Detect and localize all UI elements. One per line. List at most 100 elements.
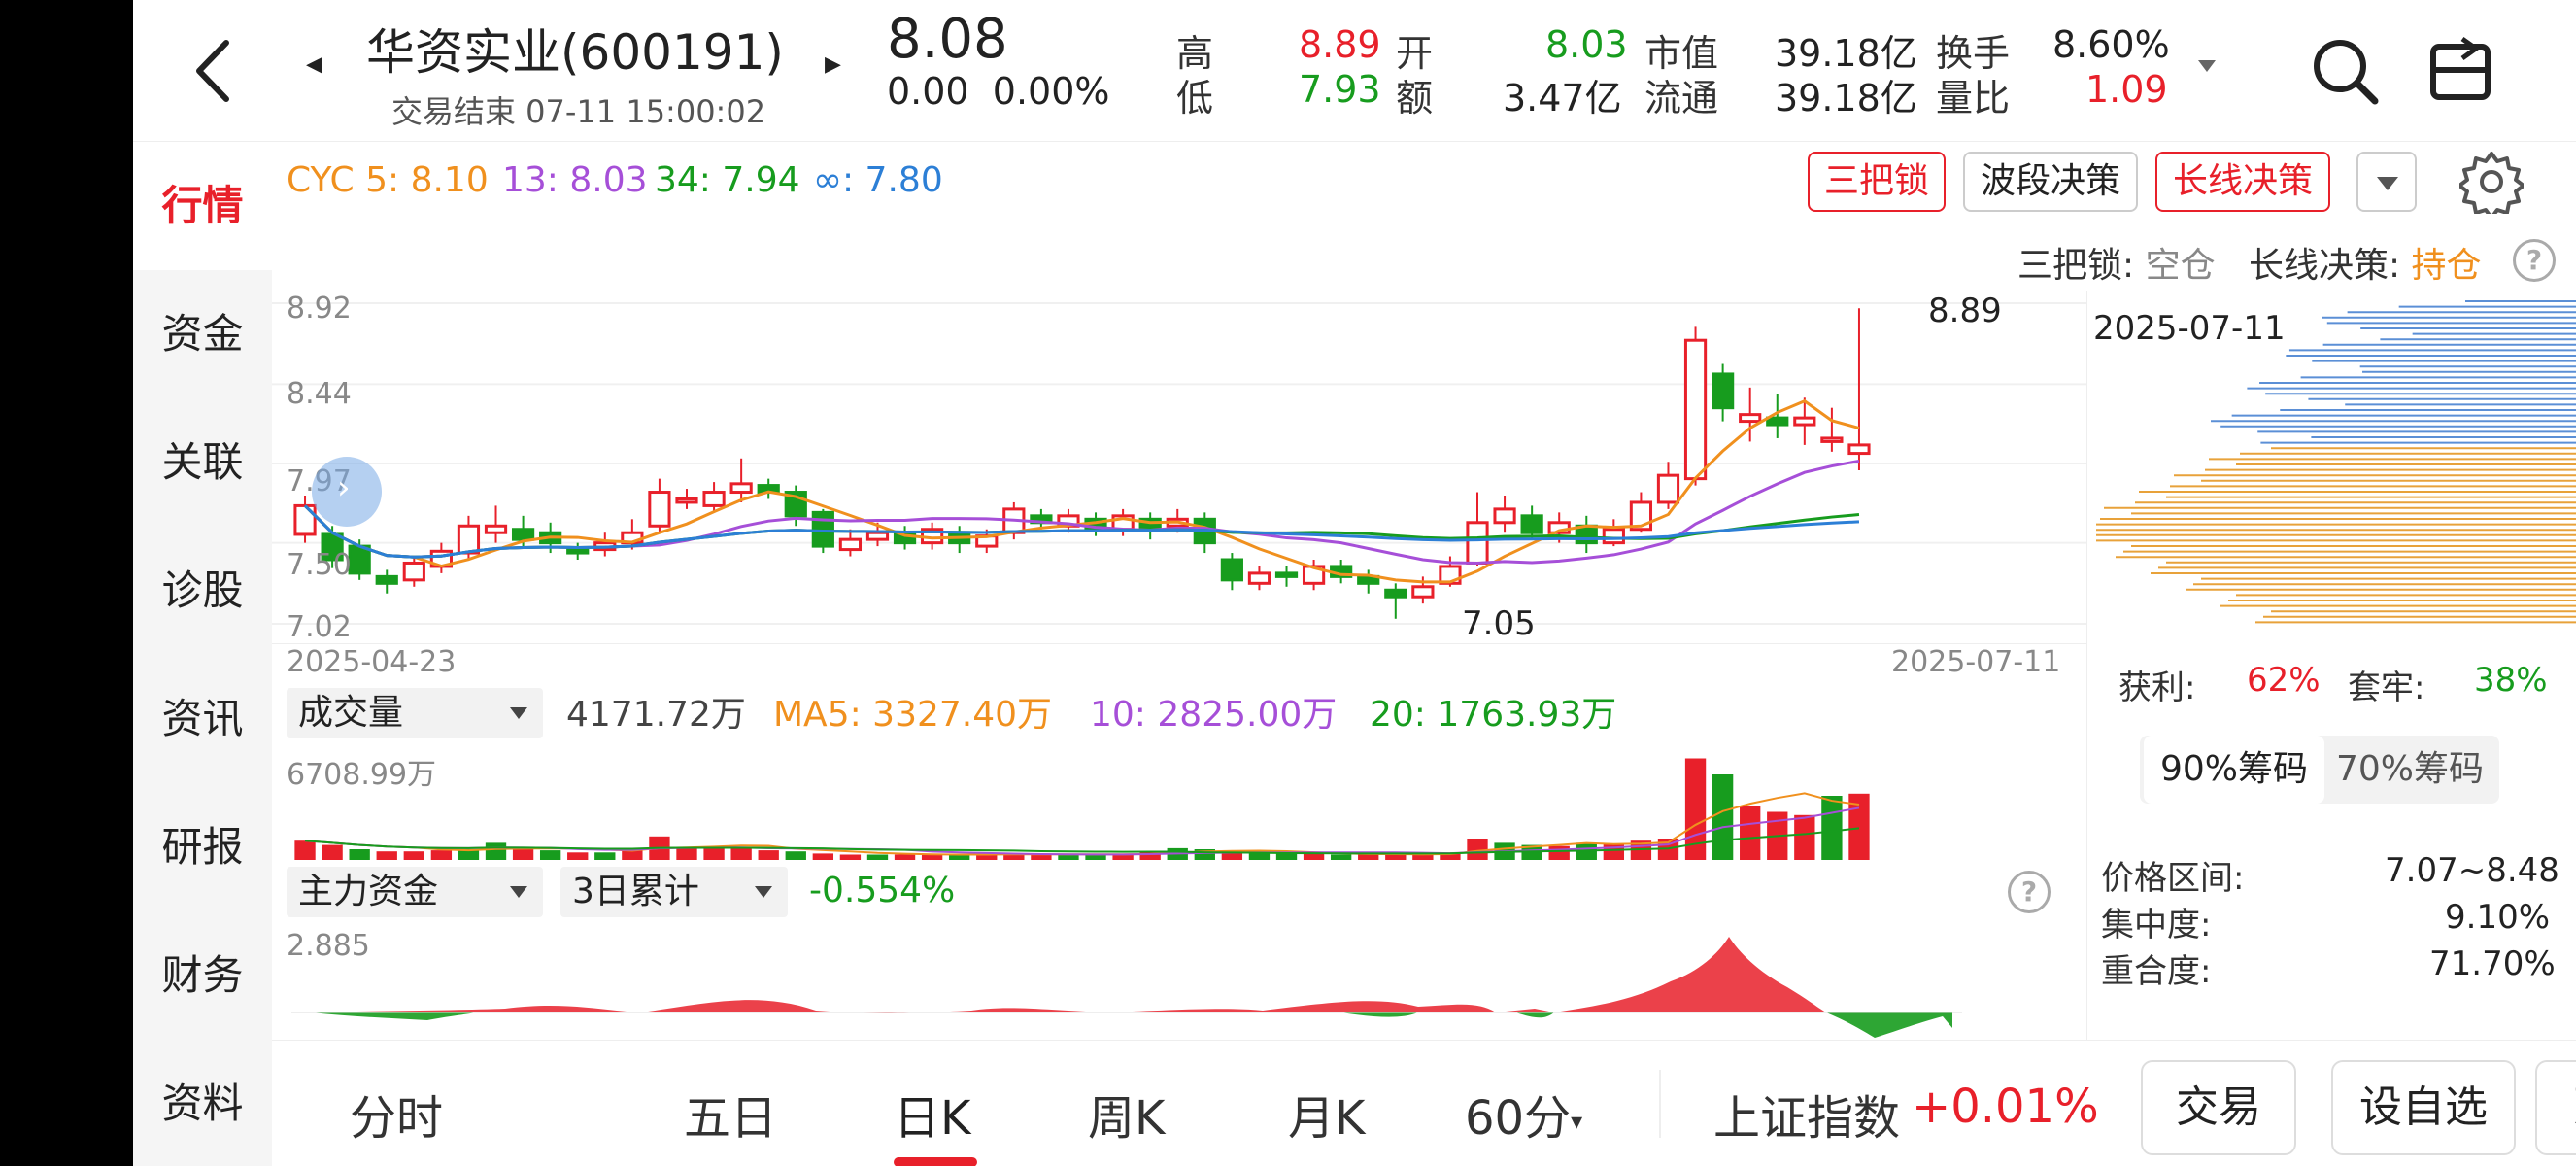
candle-body bbox=[702, 491, 726, 507]
volume-bar bbox=[1330, 854, 1352, 860]
volume-selector[interactable]: 成交量 bbox=[287, 688, 543, 738]
volume-bar bbox=[1248, 853, 1271, 860]
volume-bar bbox=[1467, 839, 1488, 860]
volume-bar bbox=[839, 854, 862, 860]
candle-body bbox=[1656, 473, 1680, 504]
add-watchlist-button[interactable]: 设自选 bbox=[2331, 1060, 2516, 1155]
volume-bar bbox=[349, 849, 370, 860]
back-arrow-icon[interactable] bbox=[189, 37, 238, 105]
capital-help-icon[interactable]: ? bbox=[2008, 871, 2051, 913]
tab-60min-label: 60分 bbox=[1465, 1091, 1572, 1146]
nav-item-finance[interactable]: 财务 bbox=[133, 911, 272, 1040]
range-label: 价格区间: bbox=[2101, 859, 2245, 898]
volume-value: 4171.72万 bbox=[566, 695, 746, 735]
volume-bar bbox=[1385, 854, 1407, 860]
moving-average-line bbox=[303, 504, 1860, 559]
long-decision-button[interactable]: 长线决策 bbox=[2155, 152, 2330, 212]
settings-gear-icon[interactable] bbox=[2459, 150, 2524, 214]
volume-bar bbox=[785, 851, 806, 860]
candle-body bbox=[648, 491, 671, 528]
more-indicators-dropdown[interactable] bbox=[2356, 152, 2417, 212]
price-change: 0.00 0.00% bbox=[887, 70, 1110, 113]
stock-name: 华资实业(600191) bbox=[366, 24, 784, 81]
nav-item-research[interactable]: 研报 bbox=[133, 783, 272, 911]
volume-ma20: 20: 1763.93万 bbox=[1370, 695, 1617, 735]
candle-body bbox=[1847, 443, 1871, 456]
volume-bar bbox=[430, 850, 453, 860]
tab-60min[interactable]: 60分▾ bbox=[1465, 1080, 1582, 1148]
three-locks-button[interactable]: 三把锁 bbox=[1808, 152, 1946, 212]
search-icon[interactable] bbox=[2309, 35, 2381, 107]
volume-selector-label: 成交量 bbox=[298, 693, 404, 733]
candle-body bbox=[402, 561, 425, 582]
nav-item-news[interactable]: 资讯 bbox=[133, 655, 272, 783]
float-value: 39.18亿 bbox=[1775, 77, 1917, 120]
tab-intraday[interactable]: 分时 bbox=[350, 1080, 443, 1148]
tab-chip-70[interactable]: 70%筹码 bbox=[2324, 736, 2495, 804]
help-icon[interactable]: ? bbox=[2513, 239, 2556, 282]
candle-body bbox=[1602, 528, 1625, 545]
period-selector[interactable]: 3日累计 bbox=[560, 867, 788, 917]
capital-selector[interactable]: 主力资金 bbox=[287, 867, 543, 917]
concentration-value: 9.10% bbox=[2445, 898, 2551, 937]
vol-ratio-label: 量比 bbox=[1936, 77, 2011, 120]
volume-ma10: 10: 2825.00万 bbox=[1090, 695, 1338, 735]
volume-chart[interactable] bbox=[272, 743, 2086, 860]
candle-body bbox=[457, 524, 481, 555]
volume-bar bbox=[1412, 854, 1434, 860]
more-button[interactable]: 更多 bbox=[2535, 1060, 2576, 1155]
y-tick: 8.92 bbox=[287, 292, 352, 326]
amount-label: 额 bbox=[1396, 77, 1434, 120]
tab-five-day[interactable]: 五日 bbox=[684, 1080, 777, 1148]
ma5-readout: CYC 5: 8.10 bbox=[287, 160, 489, 200]
nav-item-capital[interactable]: 资金 bbox=[133, 270, 272, 398]
volume-bar bbox=[1548, 845, 1570, 860]
nav-item-diagnosis[interactable]: 诊股 bbox=[133, 527, 272, 655]
tab-weekly-k[interactable]: 周K bbox=[1088, 1080, 1165, 1148]
expand-chart-handle[interactable]: › bbox=[312, 457, 382, 527]
ma34-readout: 34: 7.94 bbox=[655, 160, 800, 200]
volume-bar bbox=[1740, 806, 1761, 860]
wave-decision-button[interactable]: 波段决策 bbox=[1963, 152, 2138, 212]
volume-bar bbox=[1303, 853, 1325, 860]
active-tab-indicator bbox=[894, 1157, 977, 1166]
volume-bar bbox=[1031, 854, 1052, 860]
tab-monthly-k[interactable]: 月K bbox=[1288, 1080, 1365, 1148]
candle-body bbox=[1712, 372, 1735, 410]
nav-item-quote[interactable]: 行情 bbox=[133, 142, 272, 270]
candle-body bbox=[1520, 514, 1543, 534]
volume-bar bbox=[894, 854, 916, 860]
volume-bar bbox=[1275, 853, 1298, 860]
candle-body bbox=[1739, 413, 1762, 424]
index-name[interactable]: 上证指数 bbox=[1713, 1080, 1900, 1148]
trade-button[interactable]: 交易 bbox=[2141, 1060, 2296, 1155]
tab-daily-k[interactable]: 日K bbox=[894, 1080, 970, 1148]
tab-chip-90[interactable]: 90%筹码 bbox=[2144, 736, 2324, 804]
volume-bar bbox=[539, 850, 561, 860]
concentration-label: 集中度: bbox=[2101, 906, 2212, 944]
long-status-value: 持仓 bbox=[2411, 246, 2482, 286]
lock-status-label: 三把锁: bbox=[2017, 246, 2135, 286]
max-price-label: 8.89 bbox=[1928, 292, 2002, 330]
volume-bar bbox=[812, 853, 834, 860]
candle-body bbox=[348, 544, 371, 575]
stock-header: ◀ 华资实业(600191) ▶ 交易结束 07-11 15:00:02 8.0… bbox=[133, 0, 2576, 142]
high-value: 8.89 bbox=[1299, 23, 1381, 66]
nav-item-profile[interactable]: 资料 bbox=[133, 1040, 272, 1166]
volume-bar bbox=[594, 852, 616, 860]
nav-item-related[interactable]: 关联 bbox=[133, 398, 272, 527]
share-icon[interactable] bbox=[2427, 35, 2495, 103]
start-date: 2025-04-23 bbox=[287, 645, 457, 679]
change-pct: 0.00% bbox=[992, 70, 1110, 113]
expand-quote-icon[interactable] bbox=[2198, 60, 2216, 72]
kline-chart[interactable] bbox=[272, 293, 2086, 643]
low-label: 低 bbox=[1176, 77, 1214, 120]
prev-stock-icon[interactable]: ◀ bbox=[306, 52, 322, 77]
bottom-bar: 分时 五日 日K 周K 月K 60分▾ 上证指数 +0.01% 交易 设自选 更… bbox=[272, 1040, 2576, 1166]
candle-body bbox=[865, 531, 890, 541]
side-nav: 行情 资金 关联 诊股 资讯 研报 财务 资料 bbox=[133, 142, 272, 1166]
volume-bar bbox=[1358, 854, 1379, 860]
next-stock-icon[interactable]: ▶ bbox=[825, 52, 841, 77]
current-price: 8.08 bbox=[887, 8, 1008, 71]
capital-flow-chart[interactable] bbox=[272, 923, 2086, 1040]
